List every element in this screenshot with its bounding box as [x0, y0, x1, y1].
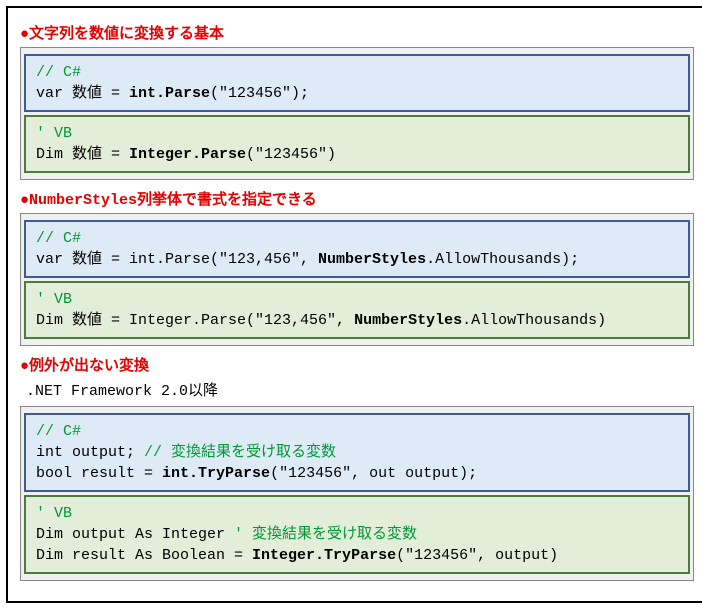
code-segment: // C# — [36, 64, 81, 81]
code-segment: int output; — [36, 444, 144, 461]
code-segment: Dim result As Boolean = — [36, 547, 252, 564]
document-frame: ●文字列を数値に変換する基本// C# var 数値 = int.Parse("… — [6, 6, 702, 603]
code-segment: ' VB — [36, 125, 72, 142]
code-segment: // C# — [36, 230, 81, 247]
section-title: ●文字列を数値に変換する基本 — [20, 22, 694, 43]
code-segment: .AllowThousands) — [462, 312, 606, 329]
code-segment: int.TryParse — [162, 465, 270, 482]
section-subtitle: .NET Framework 2.0以降 — [26, 379, 694, 400]
csharp-code-block: // C# var 数値 = int.Parse("123,456", Numb… — [24, 220, 690, 278]
vb-code-block: ' VB Dim 数値 = Integer.Parse("123,456", N… — [24, 281, 690, 339]
code-segment: ("123456", output) — [396, 547, 558, 564]
code-segment: NumberStyles — [318, 251, 426, 268]
section-title: ●例外が出ない変換 — [20, 354, 694, 375]
code-segment: Dim 数値 = Integer.Parse("123,456", — [36, 312, 354, 329]
section-title: ●NumberStyles列挙体で書式を指定できる — [20, 188, 694, 209]
code-segment: // 変換結果を受け取る変数 — [144, 444, 336, 461]
code-segment: var 数値 = — [36, 85, 129, 102]
code-segment: Integer.Parse — [129, 146, 246, 163]
code-segment: bool result = — [36, 465, 162, 482]
code-segment: ("123456", out output); — [270, 465, 477, 482]
code-panel: // C# var 数値 = int.Parse("123,456", Numb… — [20, 213, 694, 346]
code-segment: ' 変換結果を受け取る変数 — [234, 526, 417, 543]
code-segment: .AllowThousands); — [426, 251, 579, 268]
code-segment: ' VB — [36, 291, 72, 308]
code-panel: // C# var 数値 = int.Parse("123456");' VB … — [20, 47, 694, 180]
code-segment: ("123456") — [246, 146, 336, 163]
code-segment: int.Parse — [129, 85, 210, 102]
code-segment: Integer.TryParse — [252, 547, 396, 564]
code-segment: var 数値 = int.Parse("123,456", — [36, 251, 318, 268]
csharp-code-block: // C# var 数値 = int.Parse("123456"); — [24, 54, 690, 112]
code-segment: ' VB — [36, 505, 72, 522]
vb-code-block: ' VB Dim 数値 = Integer.Parse("123456") — [24, 115, 690, 173]
code-segment: // C# — [36, 423, 81, 440]
code-segment: Dim 数値 = — [36, 146, 129, 163]
code-panel: // C# int output; // 変換結果を受け取る変数 bool re… — [20, 406, 694, 581]
code-segment: Dim output As Integer — [36, 526, 234, 543]
code-segment: NumberStyles — [354, 312, 462, 329]
csharp-code-block: // C# int output; // 変換結果を受け取る変数 bool re… — [24, 413, 690, 492]
code-segment: ("123456"); — [210, 85, 309, 102]
vb-code-block: ' VB Dim output As Integer ' 変換結果を受け取る変数… — [24, 495, 690, 574]
